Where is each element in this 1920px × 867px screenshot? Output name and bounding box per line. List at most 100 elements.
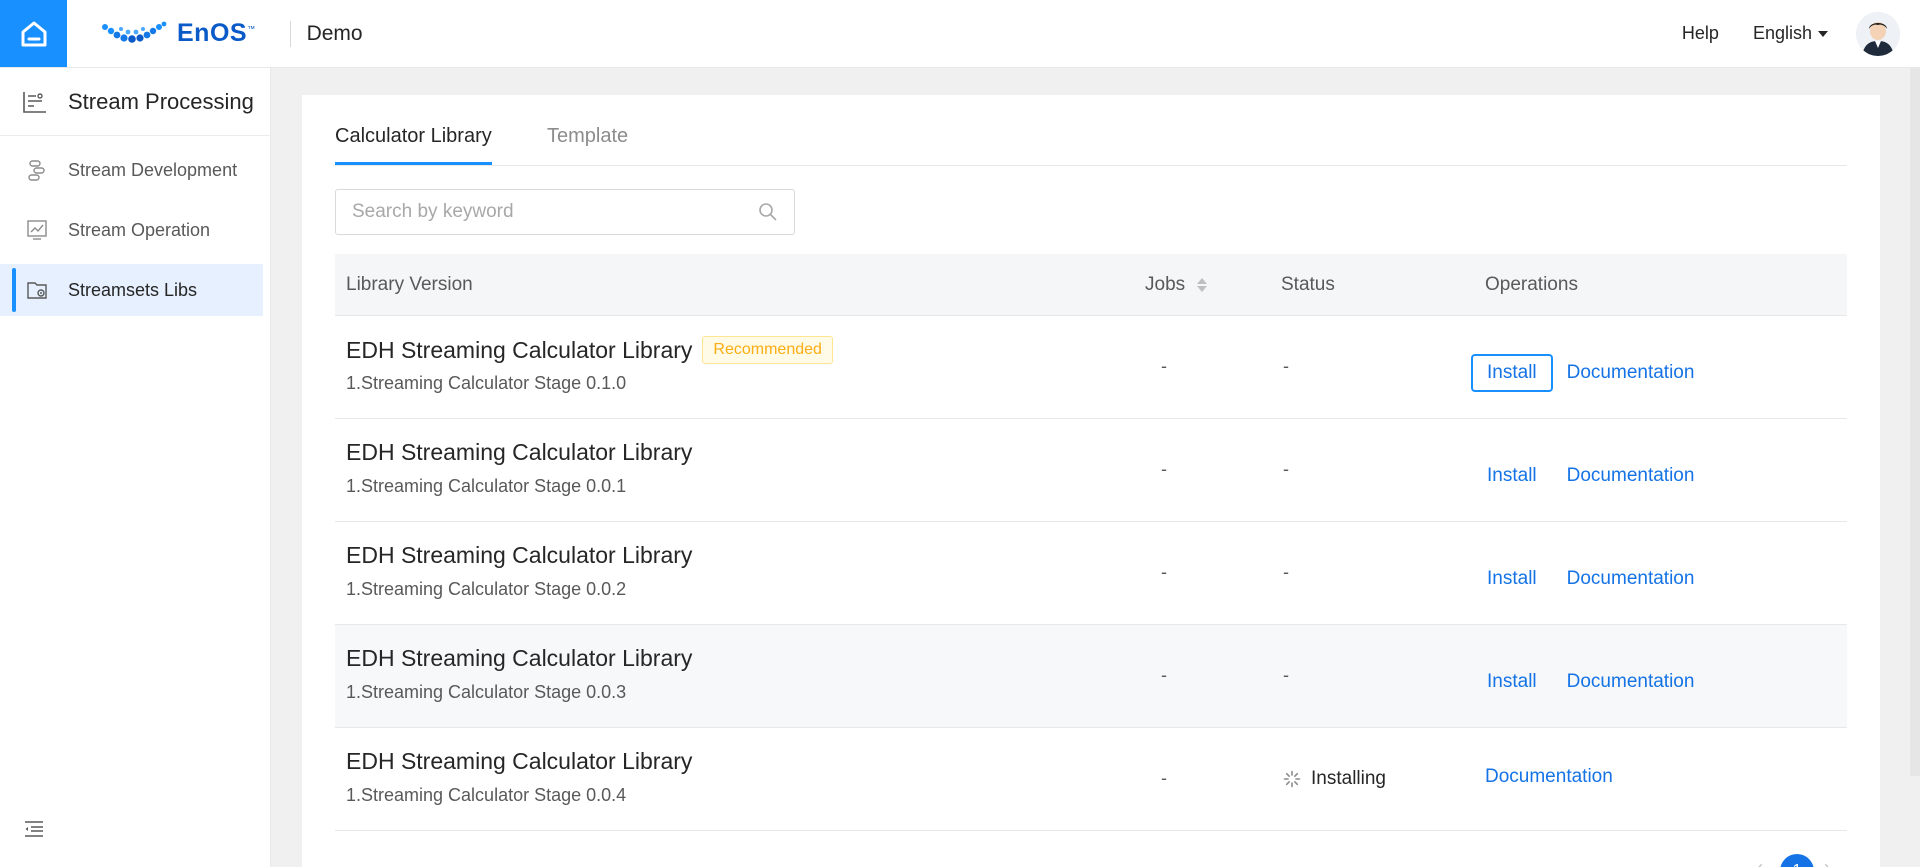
- enos-logo[interactable]: EnOS™: [101, 19, 256, 48]
- table-row: EDH Streaming Calculator Library 1.Strea…: [335, 625, 1847, 728]
- documentation-link[interactable]: Documentation: [1567, 671, 1695, 693]
- library-table: Library Version Jobs Status Operations E…: [335, 254, 1847, 831]
- jobs-value: -: [1161, 768, 1167, 788]
- status-text: -: [1283, 665, 1289, 685]
- column-header-library-version: Library Version: [346, 273, 473, 295]
- operations-cell: Install Documentation: [1485, 560, 1694, 598]
- documentation-link[interactable]: Documentation: [1567, 465, 1695, 487]
- library-stage: 1.Streaming Calculator Stage 0.0.1: [346, 476, 627, 496]
- pagination-next-icon[interactable]: ›: [1824, 857, 1830, 867]
- status-value: -: [1283, 356, 1289, 377]
- sidebar-item-stream-development[interactable]: Stream Development: [0, 144, 263, 196]
- jobs-value: -: [1161, 665, 1167, 685]
- library-title-cell: EDH Streaming Calculator Library: [346, 439, 692, 466]
- status-text: -: [1283, 356, 1289, 376]
- jobs-value: -: [1161, 562, 1167, 582]
- stream-processing-icon: [23, 91, 46, 113]
- pagination-prev-icon[interactable]: ‹: [1757, 857, 1763, 867]
- header-divider: [289, 20, 291, 47]
- language-label: English: [1752, 23, 1812, 43]
- logo-text: EnOS™: [177, 19, 256, 47]
- tab-template[interactable]: Template: [547, 125, 628, 162]
- status-text: Installing: [1311, 768, 1386, 789]
- operations-cell: Install Documentation: [1471, 354, 1695, 392]
- documentation-link[interactable]: Documentation: [1485, 766, 1613, 788]
- install-button[interactable]: Install: [1471, 354, 1553, 392]
- install-button[interactable]: Install: [1471, 457, 1553, 495]
- home-button[interactable]: [0, 0, 67, 67]
- avatar[interactable]: [1856, 11, 1900, 56]
- status-text: -: [1283, 459, 1289, 479]
- library-title: EDH Streaming Calculator Library: [346, 439, 693, 465]
- sidebar-title: Stream Processing: [68, 88, 254, 114]
- tab-bar: Calculator Library Template: [335, 95, 1847, 166]
- sidebar-header: Stream Processing: [0, 68, 270, 136]
- collapse-sidebar-button[interactable]: [24, 820, 44, 843]
- sidebar-item-streamsets-libs[interactable]: Streamsets Libs: [0, 264, 263, 316]
- stream-operation-icon: [27, 220, 47, 240]
- jobs-value: -: [1161, 459, 1167, 479]
- table-header: Library Version Jobs Status Operations: [335, 254, 1847, 316]
- search-box: [335, 189, 795, 235]
- documentation-link[interactable]: Documentation: [1567, 362, 1695, 384]
- language-dropdown[interactable]: English: [1753, 23, 1828, 44]
- status-value: -: [1283, 665, 1289, 686]
- tab-calculator-library[interactable]: Calculator Library: [335, 125, 492, 165]
- page-scrollbar[interactable]: [1910, 68, 1920, 776]
- status-value: -: [1283, 459, 1289, 480]
- library-title-cell: EDH Streaming Calculator Library: [346, 748, 692, 775]
- caret-down-icon: [1818, 30, 1828, 37]
- stream-development-icon: [28, 160, 45, 181]
- library-title-cell: EDH Streaming Calculator Library: [346, 542, 692, 569]
- user-avatar-icon: [1856, 11, 1900, 56]
- sidebar-item-label: Streamsets Libs: [68, 279, 198, 300]
- header-right: Help English: [1682, 0, 1920, 67]
- operations-cell: Install Documentation: [1485, 663, 1694, 701]
- column-header-operations: Operations: [1485, 273, 1578, 295]
- help-link[interactable]: Help: [1682, 23, 1719, 44]
- library-title-cell: EDH Streaming Calculator Library: [346, 645, 692, 672]
- operations-cell: Documentation: [1485, 766, 1613, 788]
- top-bar: EnOS™ Demo Help English: [0, 0, 1920, 68]
- library-title: EDH Streaming Calculator Library: [346, 645, 693, 671]
- recommended-badge: Recommended: [702, 336, 833, 364]
- status-text: -: [1283, 562, 1289, 582]
- table-row: EDH Streaming Calculator Library 1.Strea…: [335, 728, 1847, 831]
- sort-icon[interactable]: [1197, 277, 1208, 292]
- loading-spinner-icon: [1283, 770, 1301, 788]
- search-input[interactable]: [352, 201, 752, 223]
- status-value: -: [1283, 562, 1289, 583]
- home-icon: [21, 21, 46, 46]
- library-stage: 1.Streaming Calculator Stage 0.0.3: [346, 682, 627, 702]
- menu-fold-icon: [25, 821, 43, 837]
- search-icon[interactable]: [758, 202, 778, 222]
- jobs-value: -: [1161, 356, 1167, 376]
- documentation-link[interactable]: Documentation: [1567, 568, 1695, 590]
- library-title-cell: EDH Streaming Calculator Library Recomme…: [346, 336, 833, 364]
- table-row: EDH Streaming Calculator Library 1.Strea…: [335, 419, 1847, 522]
- pagination-page[interactable]: 1: [1780, 854, 1814, 867]
- sidebar: Stream Processing Stream Development Str…: [0, 68, 271, 867]
- sidebar-item-label: Stream Development: [68, 159, 238, 180]
- sidebar-item-stream-operation[interactable]: Stream Operation: [0, 204, 263, 256]
- library-title: EDH Streaming Calculator Library: [346, 748, 693, 774]
- library-stage: 1.Streaming Calculator Stage 0.1.0: [346, 373, 627, 393]
- streamsets-libs-icon: [27, 282, 47, 299]
- column-header-status: Status: [1281, 273, 1335, 295]
- column-header-jobs[interactable]: Jobs: [1145, 273, 1208, 296]
- column-header-jobs-label: Jobs: [1145, 273, 1186, 295]
- install-button[interactable]: Install: [1471, 560, 1553, 598]
- app-name: Demo: [306, 21, 363, 45]
- library-title: EDH Streaming Calculator Library: [346, 336, 693, 363]
- table-row: EDH Streaming Calculator Library 1.Strea…: [335, 522, 1847, 625]
- status-value: Installing: [1283, 768, 1386, 790]
- library-stage: 1.Streaming Calculator Stage 0.0.4: [346, 785, 627, 805]
- library-stage: 1.Streaming Calculator Stage 0.0.2: [346, 579, 627, 599]
- sidebar-item-label: Stream Operation: [68, 219, 211, 240]
- content-card: Calculator Library Template Library Vers…: [302, 95, 1880, 867]
- logo-dots-icon: [102, 21, 167, 43]
- operations-cell: Install Documentation: [1485, 457, 1694, 495]
- table-row: EDH Streaming Calculator Library Recomme…: [335, 316, 1847, 419]
- install-button[interactable]: Install: [1471, 663, 1553, 701]
- library-title: EDH Streaming Calculator Library: [346, 542, 693, 568]
